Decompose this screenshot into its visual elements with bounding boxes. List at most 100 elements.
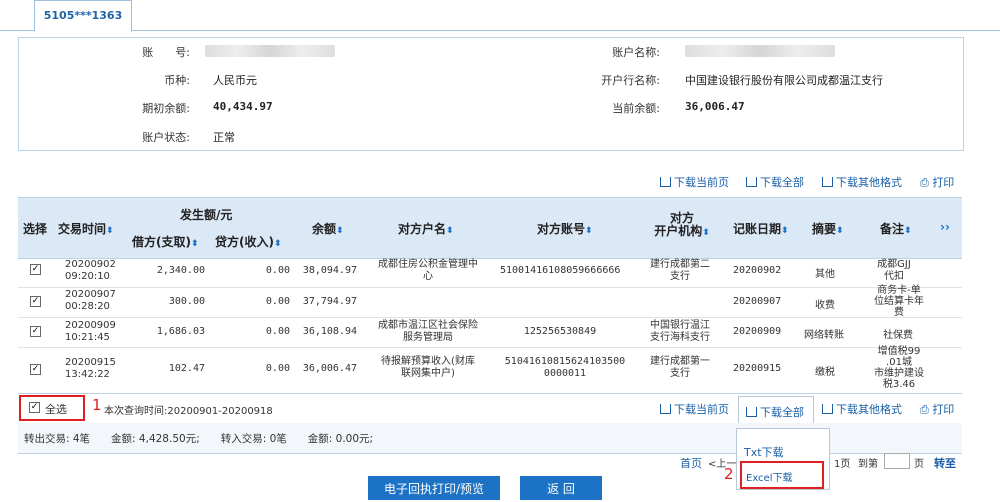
row-checkbox[interactable]: ✓ xyxy=(30,264,41,275)
row-debit: 1,686.03 xyxy=(156,326,205,337)
pager-goto-label: 到第 xyxy=(858,459,878,470)
sort-icon: ⬍ xyxy=(273,239,282,249)
col-counter-org[interactable]: 对方 开户机构⬍ xyxy=(652,212,712,240)
col-counter-name[interactable]: 对方户名⬍ xyxy=(398,220,454,237)
sort-icon: ⬍ xyxy=(702,228,710,238)
row-debit: 300.00 xyxy=(168,296,205,307)
account-number-label: 账 号: xyxy=(142,46,190,59)
row-date: 20200907 xyxy=(733,296,782,307)
transaction-summary: 转出交易: 4笔 金额: 4,428.50元; 转入交易: 0笔 金额: 0.0… xyxy=(24,433,374,445)
opening-balance-label: 期初余额: xyxy=(142,102,190,115)
sort-icon: ⬍ xyxy=(904,226,912,236)
row-counter-org: 建行成都第二 支行 xyxy=(650,259,710,282)
sort-icon: ⬍ xyxy=(336,226,344,236)
col-debit[interactable]: 借方(支取)⬍ xyxy=(132,233,199,250)
row-checkbox[interactable]: ✓ xyxy=(30,296,41,307)
col-balance[interactable]: 余额⬍ xyxy=(312,220,344,237)
print-link[interactable]: ⎙ 打印 xyxy=(920,174,954,190)
col-counter-account[interactable]: 对方账号⬍ xyxy=(537,220,593,237)
col-date[interactable]: 记账日期⬍ xyxy=(733,220,789,237)
row-balance: 36,006.47 xyxy=(302,363,357,374)
currency-label: 币种: xyxy=(164,74,190,87)
row-summary: 网络转账 xyxy=(804,330,844,341)
printer-icon: ⎙ xyxy=(920,403,929,416)
row-date: 20200902 xyxy=(733,265,782,276)
row-counter-account: 125256530849 xyxy=(523,326,597,337)
more-columns-icon[interactable]: ›› xyxy=(940,220,950,234)
col-remark[interactable]: 备注⬍ xyxy=(880,220,912,237)
row-counter-name: 成都市温江区社会保险 服务管理局 xyxy=(378,320,478,343)
pager-total: 1页 xyxy=(834,459,851,470)
receipt-print-button[interactable]: 电子回执打印/预览 xyxy=(368,476,500,500)
sort-icon: ⬍ xyxy=(836,226,844,236)
select-all-label[interactable]: 全选 xyxy=(45,401,67,417)
download-page-link-bottom[interactable]: 下载当前页 xyxy=(660,401,729,417)
page-number-input[interactable] xyxy=(884,453,910,469)
row-debit: 2,340.00 xyxy=(156,265,205,276)
download-icon xyxy=(660,177,671,187)
row-remark: 成都GJJ 代扣 xyxy=(877,259,911,282)
row-time: 20200902 09:20:10 xyxy=(65,259,116,282)
excel-download-option[interactable]: Excel下载 xyxy=(746,469,793,484)
account-status-value: 正常 xyxy=(213,131,235,144)
row-time: 20200907 00:28:20 xyxy=(65,289,116,312)
row-balance: 36,108.94 xyxy=(302,326,357,337)
download-all-link[interactable]: 下载全部 xyxy=(746,174,804,190)
download-icon xyxy=(746,407,757,417)
row-counter-account: 51041610815624103500 0000011 xyxy=(504,356,626,379)
annotation-marker-2: 2 xyxy=(724,465,734,483)
sort-icon: ⬍ xyxy=(190,239,199,249)
row-counter-name: 成都住房公积金管理中心 xyxy=(378,259,478,282)
row-credit: 0.00 xyxy=(265,363,290,374)
row-date: 20200915 xyxy=(733,363,782,374)
download-page-link[interactable]: 下载当前页 xyxy=(660,174,729,190)
account-number-blurred xyxy=(205,45,335,57)
select-all-checkbox[interactable]: ✓ xyxy=(29,402,40,413)
txt-download-option[interactable]: Txt下载 xyxy=(744,444,784,460)
sort-icon: ⬍ xyxy=(446,226,454,236)
row-remark: 社保费 xyxy=(883,330,913,341)
query-time: 本次查询时间:20200901-20200918 xyxy=(104,406,273,417)
row-credit: 0.00 xyxy=(265,265,290,276)
row-checkbox[interactable]: ✓ xyxy=(30,364,41,375)
download-icon xyxy=(746,177,757,187)
col-amount-group: 发生额/元 xyxy=(180,208,233,222)
row-time: 20200915 13:42:22 xyxy=(65,357,116,380)
row-credit: 0.00 xyxy=(265,326,290,337)
row-checkbox[interactable]: ✓ xyxy=(30,326,41,337)
download-other-link-bottom[interactable]: 下载其他格式 xyxy=(822,401,902,417)
current-balance-label: 当前余额: xyxy=(612,102,660,115)
row-counter-org: 建行成都第一 支行 xyxy=(650,356,710,379)
row-summary: 其他 xyxy=(815,269,835,280)
row-balance: 38,094.97 xyxy=(302,265,357,276)
sort-icon: ⬍ xyxy=(585,226,593,236)
sort-icon: ⬍ xyxy=(106,226,114,236)
row-balance: 37,794.97 xyxy=(302,296,357,307)
current-balance-value: 36,006.47 xyxy=(685,100,745,113)
account-name-blurred xyxy=(685,45,835,57)
tab-account[interactable]: 5105***1363 xyxy=(34,0,132,32)
currency-value: 人民币元 xyxy=(213,74,257,87)
row-debit: 102.47 xyxy=(168,363,205,374)
annotation-marker-1: 1 xyxy=(92,396,102,414)
print-link-bottom[interactable]: ⎙ 打印 xyxy=(920,401,954,417)
col-select: 选择 xyxy=(22,222,47,236)
download-all-link-bottom[interactable]: 下载全部 xyxy=(746,404,804,420)
bank-label: 开户行名称: xyxy=(601,74,660,87)
pager-first[interactable]: 首页 xyxy=(680,455,702,471)
tab-bar xyxy=(0,0,1000,31)
download-other-link[interactable]: 下载其他格式 xyxy=(822,174,902,190)
printer-icon: ⎙ xyxy=(920,176,929,189)
download-icon xyxy=(660,404,671,414)
pager-go-button[interactable]: 转至 xyxy=(934,455,956,471)
download-icon xyxy=(822,177,833,187)
row-remark: 增值税99.01城 市维护建设 税3.46 xyxy=(874,346,924,390)
back-button[interactable]: 返 回 xyxy=(520,476,602,500)
row-remark: 商务卡-单 位结算卡年费 xyxy=(874,285,924,318)
row-summary: 收费 xyxy=(815,300,835,311)
row-time: 20200909 10:21:45 xyxy=(65,320,116,343)
col-credit[interactable]: 贷方(收入)⬍ xyxy=(215,233,282,250)
col-time[interactable]: 交易时间⬍ xyxy=(58,220,114,237)
opening-balance-value: 40,434.97 xyxy=(213,100,273,113)
col-summary[interactable]: 摘要⬍ xyxy=(812,220,844,237)
